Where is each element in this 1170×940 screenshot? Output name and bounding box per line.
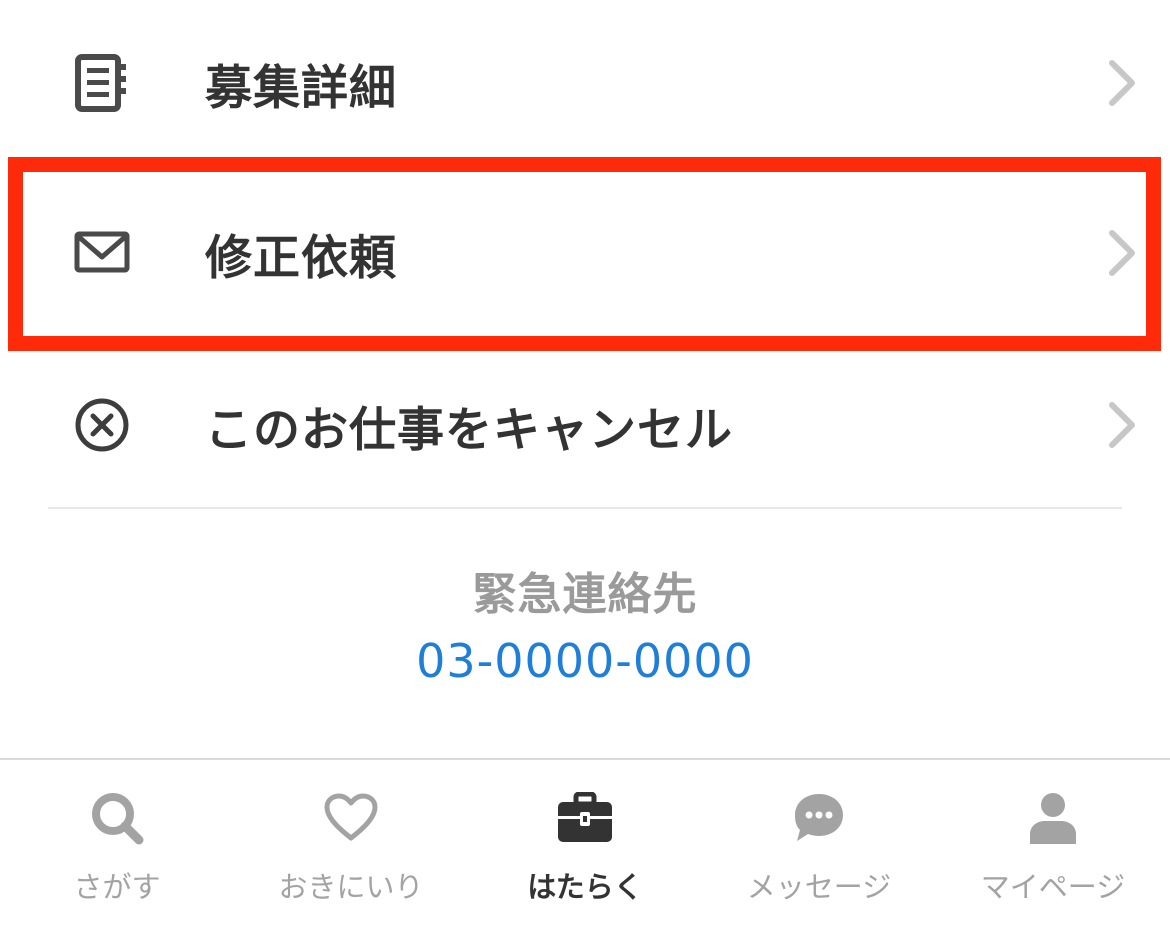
briefcase-icon [468,788,702,848]
cancel-circle-icon [72,395,132,455]
search-icon [0,788,234,848]
emergency-contact-title: 緊急連絡先 [472,569,698,620]
tab-favorites[interactable]: おきにいり [234,760,468,940]
divider [48,507,1122,509]
person-icon [936,788,1170,848]
menu-item-label: 修正依頼 [205,230,397,286]
chat-bubble-icon [702,788,936,848]
menu-item-revision-request[interactable]: 修正依頼 [0,178,1170,328]
menu-item-label: このお仕事をキャンセル [205,402,733,458]
document-icon [72,53,132,113]
tab-label: メッセージ [746,870,892,904]
tab-work[interactable]: はたらく [468,760,702,940]
tab-my-page[interactable]: マイページ [936,760,1170,940]
bottom-tab-bar: さがす おきにいり はたらく メッセージ マイページ [0,758,1170,940]
emergency-phone-link[interactable]: 03-0000-0000 [416,634,754,688]
tab-messages[interactable]: メッセージ [702,760,936,940]
tab-label: おきにいり [278,870,424,904]
menu-item-cancel-job[interactable]: このお仕事をキャンセル [0,350,1170,500]
tab-label: マイページ [980,870,1126,904]
tab-label: さがす [73,870,161,904]
emergency-contact-phone-wrapper: 03-0000-0000 [0,634,1170,688]
menu-item-label: 募集詳細 [205,60,397,116]
heart-icon [234,788,468,848]
tab-label: はたらく [527,870,643,904]
menu-item-recruitment-details[interactable]: 募集詳細 [0,8,1170,158]
mail-icon [72,223,132,283]
chevron-right-icon [1102,395,1142,455]
chevron-right-icon [1102,223,1142,283]
chevron-right-icon [1102,53,1142,113]
tab-search[interactable]: さがす [0,760,234,940]
